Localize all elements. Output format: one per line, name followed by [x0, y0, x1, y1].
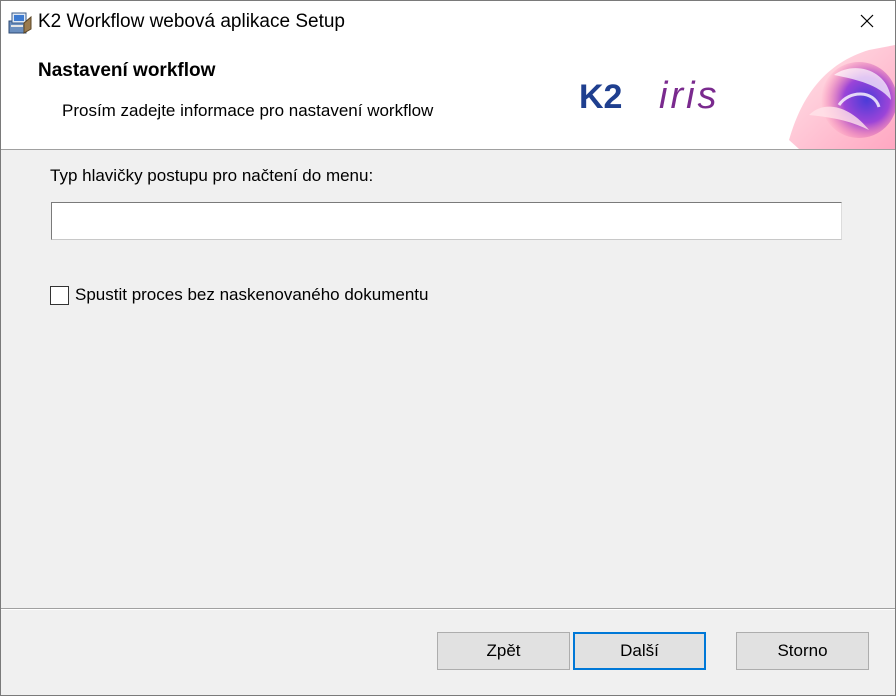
decorative-swirl-icon [779, 45, 895, 149]
run-without-scan-label: Spustit proces bez naskenovaného dokumen… [75, 285, 429, 304]
close-icon [859, 13, 875, 34]
logo-text-iris: iris [659, 75, 720, 117]
back-button[interactable]: Zpět [437, 632, 570, 670]
header-banner: Nastavení workflow Prosím zadejte inform… [1, 45, 895, 150]
setup-window: K2 Workflow webová aplikace Setup Nastav… [0, 0, 896, 696]
window-title: K2 Workflow webová aplikace Setup [38, 11, 345, 32]
installer-icon [7, 9, 33, 35]
workflow-header-type-input[interactable] [51, 202, 842, 240]
logo-text-k2: K2 [579, 78, 622, 116]
close-button[interactable] [839, 1, 895, 45]
cancel-button[interactable]: Storno [736, 632, 869, 670]
k2-iris-logo: K2 iris [579, 75, 720, 117]
title-bar: K2 Workflow webová aplikace Setup [1, 1, 895, 45]
page-title: Nastavení workflow [38, 60, 216, 81]
page-subtitle: Prosím zadejte informace pro nastavení w… [62, 101, 434, 120]
footer-divider [1, 608, 895, 610]
run-without-scan-checkbox[interactable] [50, 285, 69, 305]
workflow-header-type-label: Typ hlavičky postupu pro načtení do menu… [50, 166, 374, 185]
next-button[interactable]: Další [573, 632, 706, 670]
run-without-scan-option[interactable]: Spustit proces bez naskenovaného dokumen… [50, 285, 428, 305]
